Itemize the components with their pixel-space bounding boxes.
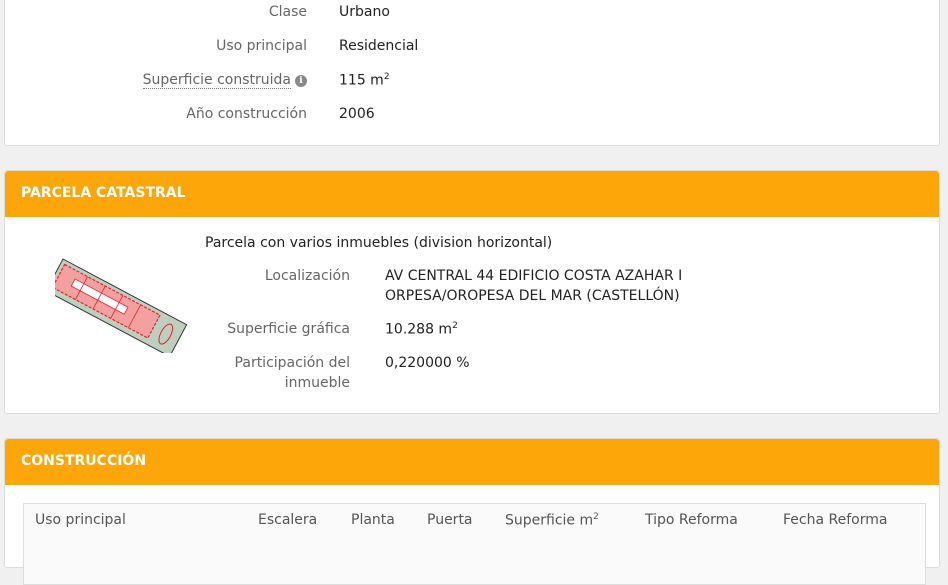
uso-principal-value: Residencial — [339, 38, 419, 54]
superficie-construida-number: 115 m — [339, 72, 384, 89]
localizacion-line1: AV CENTRAL 44 EDIFICIO COSTA AZAHAR I — [385, 268, 683, 284]
uso-principal-label: Uso principal — [216, 38, 307, 54]
column-header-superficie[interactable]: Superficie m2 — [505, 512, 599, 529]
construccion-header: CONSTRUCCIÓN — [5, 439, 939, 485]
parcela-header: PARCELA CATASTRAL — [5, 171, 939, 217]
participacion-value: 0,220000 % — [385, 355, 470, 371]
construccion-card: CONSTRUCCIÓN Uso principal Escalera Plan… — [4, 438, 940, 585]
construccion-table: Uso principal Escalera Planta Puerta Sup… — [23, 503, 926, 585]
parcela-subtitle: Parcela con varios inmuebles (division h… — [205, 235, 553, 251]
column-header-superficie-sup: 2 — [593, 512, 599, 522]
superficie-construida-label: Superficie construida i — [142, 72, 307, 89]
superficie-grafica-value: 10.288 m2 — [385, 321, 458, 338]
column-header-planta[interactable]: Planta — [351, 512, 395, 528]
participacion-label-line2: inmueble — [284, 375, 350, 391]
column-header-uso-principal[interactable]: Uso principal — [35, 512, 126, 528]
column-header-superficie-text: Superficie m — [505, 512, 594, 529]
localizacion-line2: ORPESA/OROPESA DEL MAR (CASTELLÓN) — [385, 288, 680, 304]
superficie-construida-value: 115 m2 — [339, 72, 390, 89]
parcela-card: PARCELA CATASTRAL Parcela con varios inm… — [4, 170, 940, 414]
clase-label: Clase — [268, 4, 307, 20]
column-header-escalera[interactable]: Escalera — [258, 512, 317, 528]
ano-construccion-value: 2006 — [339, 106, 375, 122]
inmueble-card: Clase Urbano Uso principal Residencial S… — [4, 0, 940, 146]
info-icon[interactable]: i — [295, 75, 307, 87]
superficie-grafica-number: 10.288 m — [385, 321, 453, 338]
clase-value: Urbano — [339, 4, 390, 20]
parcel-plan-thumbnail[interactable] — [55, 253, 195, 353]
superficie-construida-text: Superficie construida — [142, 72, 291, 89]
localizacion-label: Localización — [264, 268, 350, 284]
column-header-fecha-reforma[interactable]: Fecha Reforma — [783, 512, 887, 528]
participacion-label-line1: Participación del — [234, 355, 350, 371]
ano-construccion-label: Año construcción — [186, 106, 307, 122]
column-header-puerta[interactable]: Puerta — [427, 512, 473, 528]
superficie-grafica-label: Superficie gráfica — [227, 321, 350, 337]
superficie-construida-unit-sup: 2 — [383, 72, 390, 82]
column-header-tipo-reforma[interactable]: Tipo Reforma — [645, 512, 738, 528]
superficie-grafica-unit-sup: 2 — [452, 321, 458, 331]
